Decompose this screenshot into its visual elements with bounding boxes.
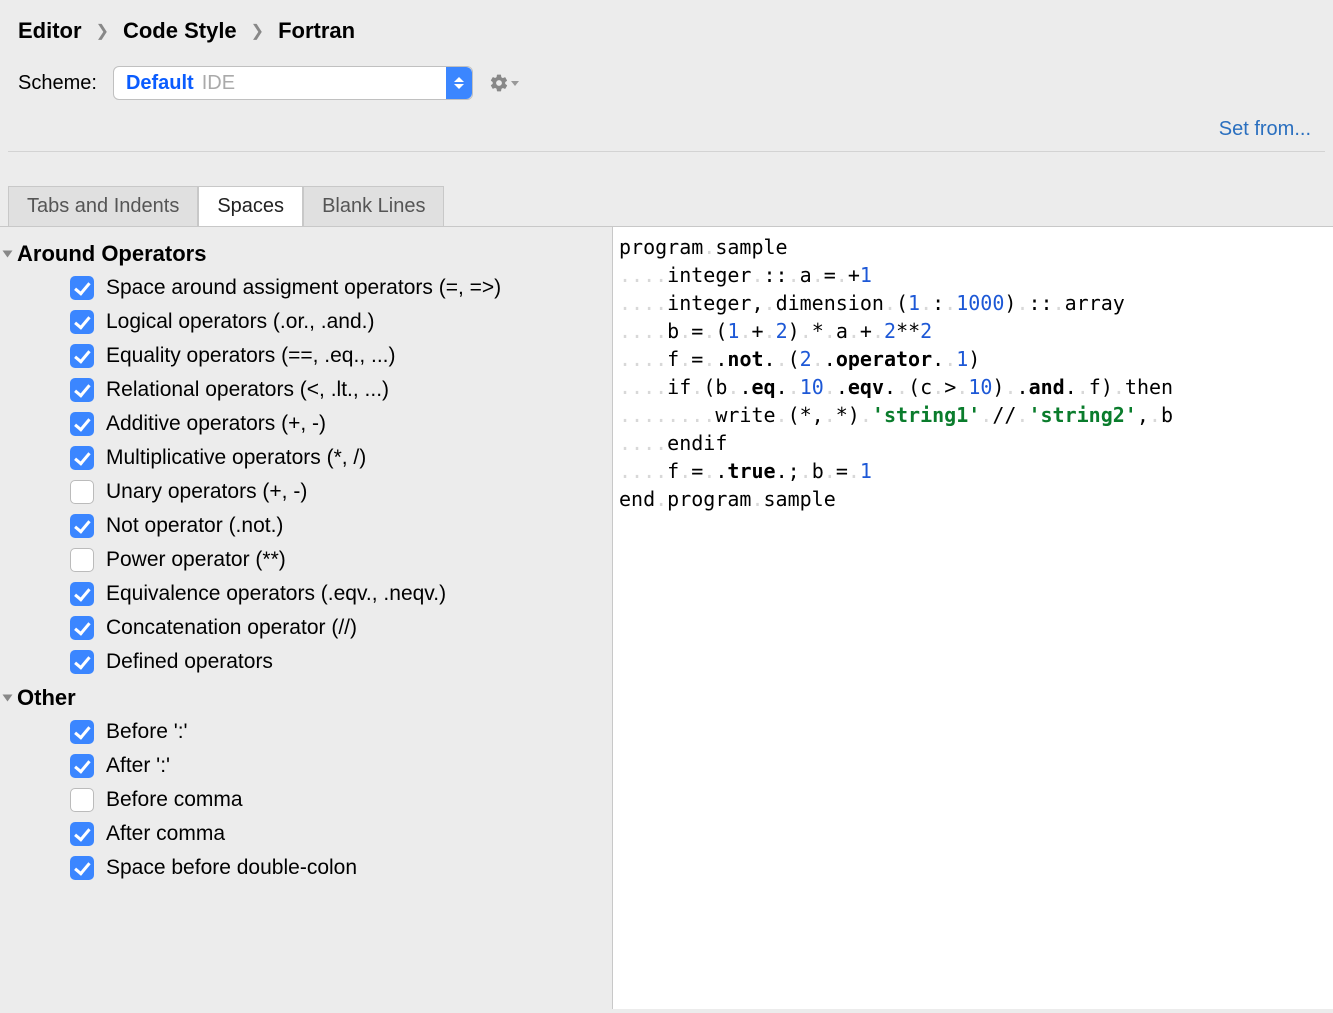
section-around-operators[interactable]: Around Operators [0, 235, 612, 271]
checkbox[interactable] [70, 788, 94, 812]
option-label: Space before double-colon [106, 856, 357, 880]
option-label: Equivalence operators (.eqv., .neqv.) [106, 582, 446, 606]
breadcrumb: Editor ❯ Code Style ❯ Fortran [18, 18, 1315, 44]
chevron-right-icon: ❯ [251, 21, 264, 41]
option-label: Power operator (**) [106, 548, 286, 572]
stepper-icon [446, 67, 472, 99]
checkbox[interactable] [70, 616, 94, 640]
scheme-label: Scheme: [18, 72, 97, 95]
option-label: Before comma [106, 788, 243, 812]
option-row[interactable]: Space before double-colon [0, 851, 612, 885]
disclosure-triangle-icon [3, 251, 13, 258]
option-label: After ':' [106, 754, 170, 778]
option-label: After comma [106, 822, 225, 846]
checkbox[interactable] [70, 480, 94, 504]
section-title: Around Operators [17, 241, 206, 267]
set-from-link[interactable]: Set from... [0, 110, 1333, 151]
divider [8, 151, 1325, 152]
option-label: Not operator (.not.) [106, 514, 283, 538]
checkbox[interactable] [70, 720, 94, 744]
section-other[interactable]: Other [0, 679, 612, 715]
checkbox[interactable] [70, 378, 94, 402]
tab-spaces[interactable]: Spaces [198, 186, 303, 226]
checkbox[interactable] [70, 412, 94, 436]
checkbox[interactable] [70, 822, 94, 846]
breadcrumb-fortran[interactable]: Fortran [278, 18, 355, 44]
option-row[interactable]: Additive operators (+, -) [0, 407, 612, 441]
option-label: Additive operators (+, -) [106, 412, 326, 436]
option-row[interactable]: Not operator (.not.) [0, 509, 612, 543]
checkbox[interactable] [70, 548, 94, 572]
tab-tabs-indents[interactable]: Tabs and Indents [8, 186, 198, 226]
checkbox[interactable] [70, 276, 94, 300]
option-row[interactable]: Before comma [0, 783, 612, 817]
option-label: Space around assigment operators (=, =>) [106, 276, 501, 300]
breadcrumb-editor[interactable]: Editor [18, 18, 82, 44]
scheme-dropdown[interactable]: Default IDE [113, 66, 473, 100]
checkbox[interactable] [70, 650, 94, 674]
option-label: Multiplicative operators (*, /) [106, 446, 366, 470]
disclosure-triangle-icon [3, 695, 13, 702]
checkbox[interactable] [70, 514, 94, 538]
option-label: Before ':' [106, 720, 188, 744]
option-label: Unary operators (+, -) [106, 480, 307, 504]
code-preview: program.sample ....integer.::.a.=.+1 ...… [613, 227, 1333, 1009]
chevron-down-icon [511, 81, 519, 86]
option-row[interactable]: After ':' [0, 749, 612, 783]
option-label: Defined operators [106, 650, 273, 674]
checkbox[interactable] [70, 856, 94, 880]
option-row[interactable]: Unary operators (+, -) [0, 475, 612, 509]
checkbox[interactable] [70, 310, 94, 334]
option-row[interactable]: Relational operators (<, .lt., ...) [0, 373, 612, 407]
options-panel: Around Operators Space around assigment … [0, 227, 613, 1009]
scheme-suffix: IDE [202, 72, 235, 95]
gear-icon[interactable] [489, 73, 519, 93]
checkbox[interactable] [70, 446, 94, 470]
checkbox[interactable] [70, 344, 94, 368]
section-title: Other [17, 685, 76, 711]
option-label: Logical operators (.or., .and.) [106, 310, 374, 334]
option-row[interactable]: Space around assigment operators (=, =>) [0, 271, 612, 305]
checkbox[interactable] [70, 754, 94, 778]
scheme-value: Default [126, 72, 194, 95]
option-row[interactable]: After comma [0, 817, 612, 851]
option-label: Concatenation operator (//) [106, 616, 357, 640]
breadcrumb-codestyle[interactable]: Code Style [123, 18, 237, 44]
option-label: Relational operators (<, .lt., ...) [106, 378, 389, 402]
chevron-right-icon: ❯ [96, 21, 109, 41]
tabbar: Tabs and Indents Spaces Blank Lines [8, 186, 1333, 226]
option-row[interactable]: Logical operators (.or., .and.) [0, 305, 612, 339]
checkbox[interactable] [70, 582, 94, 606]
option-row[interactable]: Power operator (**) [0, 543, 612, 577]
option-row[interactable]: Equivalence operators (.eqv., .neqv.) [0, 577, 612, 611]
option-row[interactable]: Multiplicative operators (*, /) [0, 441, 612, 475]
option-label: Equality operators (==, .eq., ...) [106, 344, 395, 368]
option-row[interactable]: Before ':' [0, 715, 612, 749]
tab-blank-lines[interactable]: Blank Lines [303, 186, 444, 226]
option-row[interactable]: Concatenation operator (//) [0, 611, 612, 645]
option-row[interactable]: Defined operators [0, 645, 612, 679]
option-row[interactable]: Equality operators (==, .eq., ...) [0, 339, 612, 373]
